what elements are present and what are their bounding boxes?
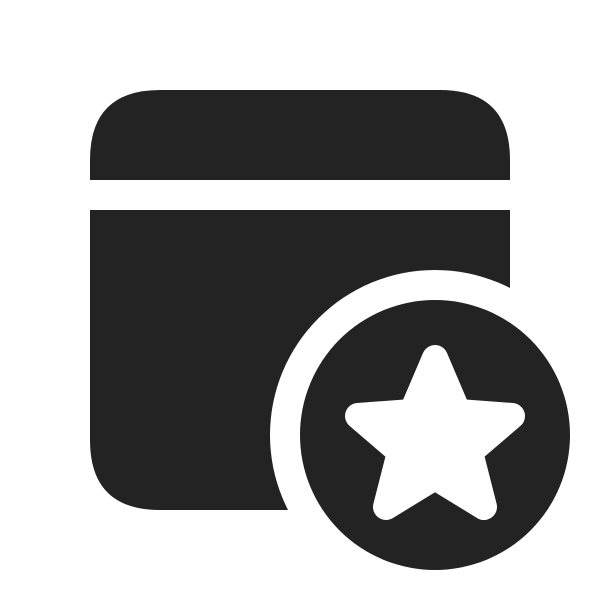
calendar-star-icon [90, 90, 570, 570]
icon-canvas [0, 0, 600, 600]
window-header-icon [90, 90, 510, 180]
